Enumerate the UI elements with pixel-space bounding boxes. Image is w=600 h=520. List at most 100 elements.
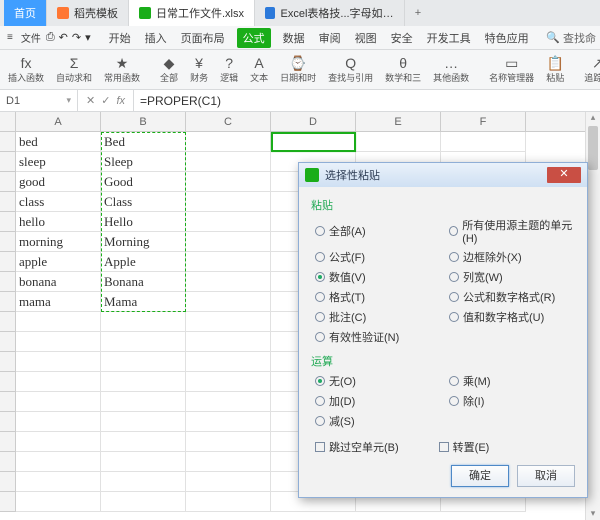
cell[interactable]: [16, 412, 101, 432]
radio-option[interactable]: 批注(C): [315, 309, 441, 325]
col-header-b[interactable]: B: [101, 112, 186, 131]
radio-option[interactable]: 所有使用源主题的单元(H): [449, 217, 575, 245]
cell[interactable]: [186, 472, 271, 492]
radio-option[interactable]: 值和数字格式(U): [449, 309, 575, 325]
cell[interactable]: [16, 472, 101, 492]
btn-math-fn[interactable]: θ数学和三: [383, 56, 423, 84]
fx-icon[interactable]: fx: [116, 95, 125, 107]
cell[interactable]: [101, 432, 186, 452]
cell[interactable]: [186, 272, 271, 292]
tab-help-doc[interactable]: Excel表格技...字母如何变成大写 ...: [255, 0, 405, 26]
qat-save-icon[interactable]: ⎙: [46, 31, 55, 44]
cell[interactable]: mama: [16, 292, 101, 312]
row-header[interactable]: [0, 392, 15, 412]
cell[interactable]: Bed: [101, 132, 186, 152]
cell[interactable]: bed: [16, 132, 101, 152]
qat-redo-icon[interactable]: ↷: [72, 31, 81, 44]
radio-option[interactable]: 边框除外(X): [449, 249, 575, 265]
cell[interactable]: [186, 152, 271, 172]
row-header[interactable]: [0, 452, 15, 472]
radio-option[interactable]: 有效性验证(N): [315, 329, 441, 345]
select-all-corner[interactable]: [0, 112, 16, 131]
radio-option[interactable]: 列宽(W): [449, 269, 575, 285]
row-header[interactable]: [0, 352, 15, 372]
cell[interactable]: [186, 352, 271, 372]
cell[interactable]: [101, 372, 186, 392]
cell[interactable]: hello: [16, 212, 101, 232]
cell[interactable]: [186, 252, 271, 272]
formula-input[interactable]: =PROPER(C1): [134, 90, 600, 111]
radio-option[interactable]: 全部(A): [315, 217, 441, 245]
cell[interactable]: [101, 312, 186, 332]
ribbon-tab-formula[interactable]: 公式: [237, 28, 271, 48]
btn-insert-fn[interactable]: fx插入函数: [6, 56, 46, 84]
menu-file[interactable]: 文件: [18, 30, 44, 45]
cell[interactable]: [186, 452, 271, 472]
scroll-up-icon[interactable]: ▴: [586, 112, 600, 124]
row-header[interactable]: [0, 212, 15, 232]
row-header[interactable]: [0, 312, 15, 332]
cell[interactable]: bonana: [16, 272, 101, 292]
cell[interactable]: [101, 352, 186, 372]
tab-current-file[interactable]: 日常工作文件.xlsx: [129, 0, 255, 26]
cell[interactable]: [101, 392, 186, 412]
radio-option[interactable]: 加(D): [315, 393, 441, 409]
cell[interactable]: Hello: [101, 212, 186, 232]
cell[interactable]: [186, 492, 271, 512]
radio-option[interactable]: 格式(T): [315, 289, 441, 305]
close-button[interactable]: ✕: [547, 167, 581, 183]
ribbon-tab-review[interactable]: 审阅: [317, 28, 343, 48]
btn-all-fn[interactable]: ◆全部: [158, 56, 180, 84]
row-header[interactable]: [0, 292, 15, 312]
radio-option[interactable]: 公式(F): [315, 249, 441, 265]
cell[interactable]: [186, 432, 271, 452]
row-header[interactable]: [0, 272, 15, 292]
cell[interactable]: [186, 192, 271, 212]
row-header[interactable]: [0, 252, 15, 272]
ribbon-tab-start[interactable]: 开始: [107, 28, 133, 48]
cell[interactable]: [186, 392, 271, 412]
col-header-c[interactable]: C: [186, 112, 271, 131]
radio-option[interactable]: 减(S): [315, 413, 441, 429]
new-tab-button[interactable]: +: [405, 0, 431, 26]
cell[interactable]: [101, 332, 186, 352]
cell[interactable]: [186, 212, 271, 232]
cell[interactable]: [186, 372, 271, 392]
chk-transpose[interactable]: 转置(E): [439, 439, 490, 455]
btn-lookup-fn[interactable]: Q查找与引用: [326, 56, 375, 84]
scroll-thumb[interactable]: [588, 126, 598, 170]
cell[interactable]: [16, 312, 101, 332]
cell[interactable]: [16, 352, 101, 372]
ribbon-tab-insert[interactable]: 插入: [143, 28, 169, 48]
radio-option[interactable]: 除(I): [449, 393, 575, 409]
app-menu-icon[interactable]: ≡: [4, 32, 16, 43]
ribbon-tab-dev[interactable]: 开发工具: [425, 28, 473, 48]
name-box[interactable]: D1▾: [0, 90, 78, 111]
radio-option[interactable]: 公式和数字格式(R): [449, 289, 575, 305]
cell[interactable]: Good: [101, 172, 186, 192]
btn-other-fn[interactable]: …其他函数: [431, 56, 471, 84]
cell[interactable]: [16, 492, 101, 512]
cell[interactable]: sleep: [16, 152, 101, 172]
cell[interactable]: Bonana: [101, 272, 186, 292]
radio-option[interactable]: 无(O): [315, 373, 441, 389]
cell[interactable]: [186, 292, 271, 312]
row-header[interactable]: [0, 472, 15, 492]
cell[interactable]: [16, 392, 101, 412]
scroll-down-icon[interactable]: ▾: [586, 508, 600, 520]
btn-logic-fn[interactable]: ?逻辑: [218, 56, 240, 84]
chk-skip-blanks[interactable]: 跳过空单元(B): [315, 439, 399, 455]
row-header[interactable]: [0, 332, 15, 352]
accept-icon[interactable]: ✓: [101, 94, 110, 107]
cancel-button[interactable]: 取消: [517, 465, 575, 487]
row-header[interactable]: [0, 372, 15, 392]
radio-option[interactable]: 数值(V): [315, 269, 441, 285]
tab-home[interactable]: 首页: [4, 0, 47, 26]
radio-option[interactable]: 乘(M): [449, 373, 575, 389]
cell[interactable]: [16, 452, 101, 472]
cell[interactable]: [101, 492, 186, 512]
ribbon-tab-layout[interactable]: 页面布局: [179, 28, 227, 48]
btn-paste[interactable]: 📋粘贴: [544, 56, 566, 84]
row-header[interactable]: [0, 232, 15, 252]
cell[interactable]: [186, 332, 271, 352]
